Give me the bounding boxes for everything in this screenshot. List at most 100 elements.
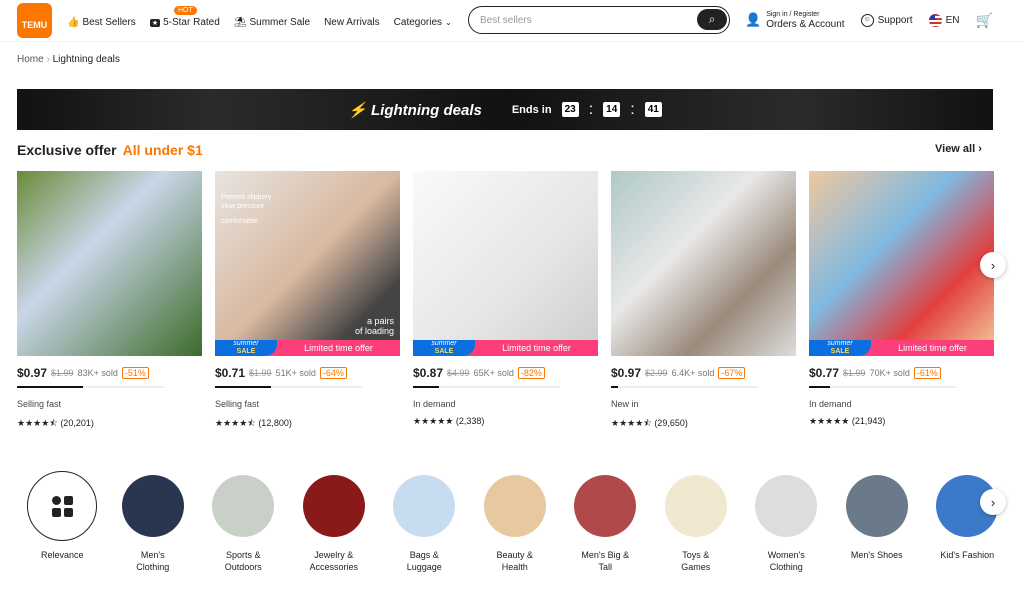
- category-image: [664, 475, 727, 537]
- breadcrumb: Home › Lightning deals: [17, 54, 120, 65]
- account-link[interactable]: 👤 Sign in / Register Orders & Account: [745, 10, 845, 30]
- lightning-deals-banner: ⚡ Lightning deals Ends in 23:14:41: [17, 89, 993, 130]
- timer-hours: 23: [561, 102, 579, 117]
- original-price: $2.99: [645, 368, 668, 378]
- sold-progress-bar: [611, 386, 758, 388]
- price: $0.97: [611, 366, 642, 380]
- sold-count: 70K+ sold: [869, 368, 910, 378]
- status-tag: In demand: [413, 399, 456, 409]
- view-all-link[interactable]: View all ›: [935, 143, 982, 155]
- sold-count: 83K+ sold: [77, 368, 118, 378]
- review-count: (21,943): [851, 416, 886, 426]
- price: $0.71: [215, 366, 246, 380]
- rating: ★★★★⯪ (12,800): [215, 416, 400, 432]
- price: $0.97: [17, 366, 48, 380]
- category-item[interactable]: Sports & Outdoors: [198, 475, 289, 573]
- star-rating-icon: ★★★★★: [413, 416, 454, 426]
- sold-count: 51K+ sold: [275, 368, 316, 378]
- discount-badge: -67%: [718, 367, 746, 379]
- product-image[interactable]: [611, 171, 796, 356]
- breadcrumb-home[interactable]: Home: [17, 54, 44, 65]
- search-button[interactable]: ⌕: [697, 9, 727, 30]
- product-image[interactable]: [17, 171, 202, 356]
- chevron-right-icon: ›: [990, 494, 996, 510]
- limited-time-offer-banner: summer SALE Limited time offer: [809, 340, 994, 356]
- cart-icon[interactable]: 🛒: [976, 12, 993, 29]
- category-item[interactable]: Bags & Luggage: [379, 475, 470, 573]
- category-item[interactable]: Relevance: [17, 471, 108, 573]
- sold-progress-bar: [809, 386, 956, 388]
- category-item[interactable]: Beauty & Health: [470, 475, 561, 573]
- nav-best-sellers[interactable]: 👍 Best Sellers: [67, 17, 136, 28]
- temu-logo[interactable]: TEMU: [17, 3, 52, 38]
- original-price: $1.99: [843, 368, 866, 378]
- section-title: Exclusive offer All under $1: [17, 142, 203, 158]
- product-card[interactable]: summer SALE Limited time offer $0.77 $1.99 7…: [809, 171, 994, 432]
- category-item[interactable]: Men's Clothing: [108, 475, 199, 573]
- product-card[interactable]: $0.97 $2.99 6.4K+ sold -67% New in ★★★★⯪ (2…: [611, 171, 796, 432]
- star-rating-icon: ★★★★★: [809, 416, 850, 426]
- category-item[interactable]: Women's Clothing: [741, 475, 832, 573]
- search-input[interactable]: Best sellers ⌕: [468, 6, 730, 34]
- user-icon: 👤: [745, 12, 762, 27]
- review-count: (20,201): [60, 418, 94, 428]
- category-image: [483, 475, 546, 537]
- thumbs-up-icon: 👍: [67, 17, 80, 28]
- price: $0.87: [413, 366, 444, 380]
- review-count: (12,800): [258, 418, 292, 428]
- original-price: $4.99: [447, 368, 470, 378]
- product-image[interactable]: Prevent slippery slow pressure comfortable…: [215, 171, 400, 356]
- sold-count: 6.4K+ sold: [671, 368, 715, 378]
- palm-tree-icon: ⛱: [233, 17, 247, 28]
- category-image: [121, 475, 184, 537]
- grid-icon: [51, 495, 73, 517]
- summer-sale-badge: summer SALE: [215, 340, 277, 356]
- category-image: [27, 471, 98, 541]
- next-products-button[interactable]: ›: [980, 252, 1006, 278]
- nav-categories[interactable]: Categories ⌄: [394, 17, 452, 28]
- star-rating-icon: ★★★★⯪: [215, 418, 256, 428]
- category-image: [574, 475, 637, 537]
- rating: ★★★★⯪ (20,201): [17, 416, 202, 432]
- review-count: (2,338): [455, 416, 485, 426]
- category-item[interactable]: Toys & Games: [651, 475, 742, 573]
- product-image[interactable]: summer SALE Limited time offer: [809, 171, 994, 356]
- nav-new-arrivals[interactable]: New Arrivals: [324, 17, 380, 28]
- sold-progress-bar: [215, 386, 362, 388]
- rating: ★★★★★ (21,943): [809, 416, 994, 427]
- limited-time-offer-banner: summer SALE Limited time offer: [215, 340, 400, 356]
- product-card[interactable]: Prevent slippery slow pressure comfortable…: [215, 171, 400, 432]
- sold-progress-bar: [413, 386, 560, 388]
- original-price: $1.99: [249, 368, 272, 378]
- product-image[interactable]: summer SALE Limited time offer: [413, 171, 598, 356]
- star-rating-icon: ★★★★⯪: [17, 418, 58, 428]
- category-image: [755, 475, 818, 537]
- us-flag-icon: [928, 13, 942, 27]
- star-badge-icon: ★: [149, 18, 161, 27]
- summer-sale-badge: summer SALE: [413, 340, 475, 356]
- breadcrumb-current: Lightning deals: [52, 54, 120, 65]
- next-categories-button[interactable]: ›: [980, 489, 1006, 515]
- status-tag: In demand: [809, 399, 852, 409]
- category-item[interactable]: Men's Big & Tall: [560, 475, 651, 573]
- product-card[interactable]: $0.97 $1.99 83K+ sold -51% Selling fast ★★★…: [17, 171, 202, 432]
- support-link[interactable]: ☺ Support: [860, 13, 913, 27]
- product-card[interactable]: summer SALE Limited time offer $0.87 $4.99 6…: [413, 171, 598, 432]
- category-image: [393, 475, 456, 537]
- discount-badge: -61%: [913, 367, 941, 379]
- limited-time-offer-banner: summer SALE Limited time offer: [413, 340, 598, 356]
- sold-count: 65K+ sold: [473, 368, 514, 378]
- category-item[interactable]: Men's Shoes: [832, 475, 923, 573]
- discount-badge: -82%: [517, 367, 545, 379]
- header: TEMU 👍 Best Sellers HOT ★ 5-Star Rated ⛱ Su…: [0, 0, 1024, 42]
- rating: ★★★★★ (2,338): [413, 416, 598, 427]
- category-item[interactable]: Jewelry & Accessories: [289, 475, 380, 573]
- discount-badge: -51%: [121, 367, 149, 379]
- chevron-right-icon: ›: [990, 257, 996, 273]
- language-selector[interactable]: EN: [928, 13, 960, 27]
- status-tag: New in: [611, 399, 639, 409]
- nav-summer-sale[interactable]: ⛱ Summer Sale: [234, 17, 310, 28]
- category-image: [845, 475, 908, 537]
- nav-5-star-rated[interactable]: ★ 5-Star Rated: [149, 17, 220, 28]
- hot-badge: HOT: [174, 6, 197, 15]
